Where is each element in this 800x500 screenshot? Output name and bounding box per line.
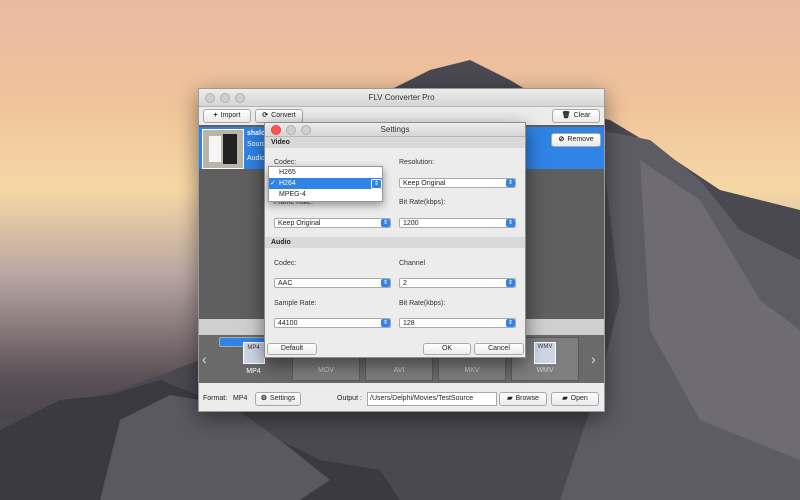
video-thumbnail (202, 129, 244, 169)
checkmark-icon: ✓ (270, 180, 276, 187)
gear-icon: ⚙ (260, 395, 267, 402)
open-button[interactable]: ▰ Open (551, 392, 599, 406)
video-section-header: Video (265, 137, 525, 148)
audio-bitrate-select[interactable]: 128 ⇕ (399, 318, 516, 328)
file-source: Sourc (247, 141, 266, 148)
import-button[interactable]: + Import (203, 109, 251, 123)
settings-titlebar[interactable]: Settings (265, 123, 525, 137)
status-bar: Format: MP4 ⚙ Settings Output : /Users/De… (199, 389, 604, 409)
cancel-button[interactable]: Cancel (474, 343, 524, 355)
codec-option-mpeg4[interactable]: MPEG-4 (269, 189, 382, 200)
chevron-left-icon[interactable]: ‹ (202, 351, 207, 367)
sample-rate-select[interactable]: 44100 ⇕ (274, 318, 391, 328)
updown-icon: ⇕ (381, 319, 390, 327)
ok-button[interactable]: OK (423, 343, 471, 355)
folder-icon: ▰ (507, 395, 513, 402)
remove-icon: ⊘ (558, 136, 565, 143)
convert-icon: ⟳ (262, 112, 269, 119)
plus-icon: + (213, 112, 218, 119)
channel-label: Channel (399, 260, 426, 267)
main-titlebar[interactable]: FLV Converter Pro (199, 89, 604, 107)
wmv-file-icon: WMV (534, 342, 556, 364)
resolution-label: Resolution: (399, 159, 435, 166)
codec-dropdown-menu: H265 ✓ H264 ⇕ MPEG-4 (268, 166, 383, 202)
default-button[interactable]: Default (267, 343, 317, 355)
folder-open-icon: ▰ (562, 395, 568, 402)
settings-title: Settings (380, 125, 410, 134)
video-bitrate-label: Bit Rate(kbps): (399, 199, 446, 206)
updown-icon: ⇕ (381, 219, 390, 227)
resolution-select[interactable]: Keep Original ⇕ (399, 178, 516, 188)
audio-codec-label: Codec: (274, 260, 297, 267)
remove-button[interactable]: ⊘ Remove (551, 133, 601, 147)
mp4-file-icon: MP4 (242, 342, 265, 364)
settings-button[interactable]: ⚙ Settings (255, 392, 301, 406)
output-path-field[interactable]: /Users/Delphi/Movies/TestSource (367, 392, 497, 406)
sample-rate-label: Sample Rate: (274, 300, 317, 307)
convert-button[interactable]: ⟳ Convert (255, 109, 303, 123)
file-audio: Audio (247, 155, 265, 162)
codec-label: Codec: (274, 159, 297, 166)
audio-codec-select[interactable]: AAC ⇕ (274, 278, 391, 288)
browse-button[interactable]: ▰ Browse (499, 392, 547, 406)
frame-rate-select[interactable]: Keep Original ⇕ (274, 218, 391, 228)
clear-button[interactable]: 🗑 Clear (552, 109, 600, 123)
format-value: MP4 (233, 395, 248, 402)
audio-section-header: Audio (265, 237, 525, 248)
trash-icon: 🗑 (561, 112, 571, 119)
audio-bitrate-label: Bit Rate(kbps): (399, 300, 446, 307)
output-label: Output : (337, 395, 362, 402)
updown-icon: ⇕ (506, 179, 515, 187)
codec-option-h265[interactable]: H265 (269, 167, 382, 178)
channel-select[interactable]: 2 ⇕ (399, 278, 516, 288)
format-label: Format: (203, 395, 228, 402)
video-bitrate-select[interactable]: 1200 ⇕ (399, 218, 516, 228)
settings-dialog: Settings Video Codec: Resolution: Keep O… (264, 122, 526, 358)
updown-icon: ⇕ (506, 219, 515, 227)
updown-icon: ⇕ (506, 319, 515, 327)
chevron-right-icon[interactable]: › (591, 351, 596, 367)
updown-icon: ⇕ (381, 279, 390, 287)
updown-icon: ⇕ (506, 279, 515, 287)
updown-icon: ⇕ (371, 179, 382, 189)
file-name: shalo (247, 130, 266, 137)
window-title: FLV Converter Pro (368, 93, 435, 102)
codec-option-h264[interactable]: ✓ H264 ⇕ (269, 178, 382, 189)
